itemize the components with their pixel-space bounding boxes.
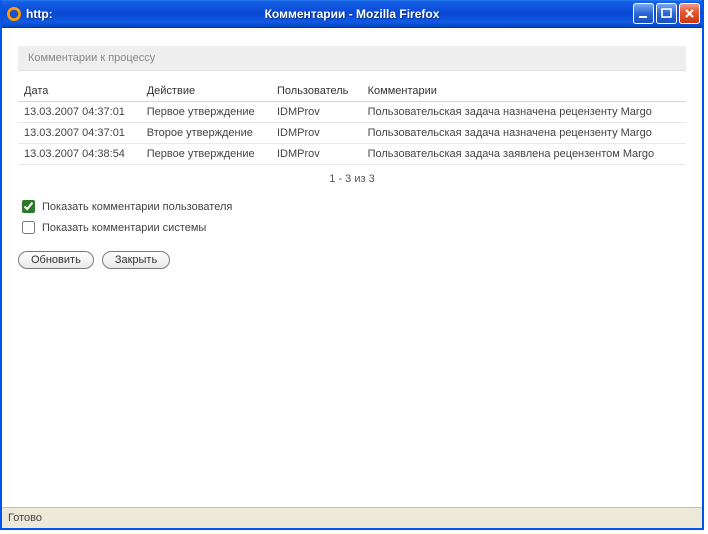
- show-system-comments-label: Показать комментарии системы: [42, 222, 206, 234]
- cell-date: 13.03.2007 04:37:01: [18, 123, 141, 144]
- table-row: 13.03.2007 04:37:01 Первое утверждение I…: [18, 102, 686, 123]
- close-dialog-button[interactable]: Закрыть: [102, 251, 170, 269]
- cell-action: Первое утверждение: [141, 144, 271, 165]
- status-bar: Готово: [2, 507, 702, 528]
- browser-window: http: Комментарии - Mozilla Firefox Комм…: [0, 0, 704, 530]
- firefox-icon: [6, 6, 22, 22]
- cell-comment: Пользовательская задача назначена реценз…: [362, 102, 686, 123]
- maximize-button[interactable]: [656, 3, 677, 24]
- close-icon: [683, 7, 696, 20]
- cell-user: IDMProv: [271, 123, 362, 144]
- client-area: Комментарии к процессу Дата Действие Пол…: [2, 28, 702, 528]
- maximize-icon: [660, 7, 673, 20]
- titlebar-url: http:: [26, 7, 53, 21]
- cell-date: 13.03.2007 04:37:01: [18, 102, 141, 123]
- cell-user: IDMProv: [271, 102, 362, 123]
- close-button[interactable]: [679, 3, 700, 24]
- show-user-comments-option[interactable]: Показать комментарии пользователя: [18, 197, 686, 216]
- col-comment: Комментарии: [362, 81, 686, 102]
- cell-action: Второе утверждение: [141, 123, 271, 144]
- table-row: 13.03.2007 04:38:54 Первое утверждение I…: [18, 144, 686, 165]
- section-heading: Комментарии к процессу: [18, 46, 686, 71]
- cell-comment: Пользовательская задача заявлена рецензе…: [362, 144, 686, 165]
- col-action: Действие: [141, 81, 271, 102]
- comments-table: Дата Действие Пользователь Комментарии 1…: [18, 81, 686, 165]
- cell-action: Первое утверждение: [141, 102, 271, 123]
- cell-comment: Пользовательская задача назначена реценз…: [362, 123, 686, 144]
- window-title: Комментарии - Mozilla Firefox: [2, 7, 702, 21]
- buttons-row: Обновить Закрыть: [18, 251, 686, 269]
- pager: 1 - 3 из 3: [18, 173, 686, 185]
- show-system-comments-option[interactable]: Показать комментарии системы: [18, 218, 686, 237]
- table-header-row: Дата Действие Пользователь Комментарии: [18, 81, 686, 102]
- title-bar[interactable]: http: Комментарии - Mozilla Firefox: [2, 0, 702, 28]
- table-row: 13.03.2007 04:37:01 Второе утверждение I…: [18, 123, 686, 144]
- minimize-icon: [637, 7, 650, 20]
- minimize-button[interactable]: [633, 3, 654, 24]
- page-content: Комментарии к процессу Дата Действие Пол…: [2, 28, 702, 507]
- cell-date: 13.03.2007 04:38:54: [18, 144, 141, 165]
- refresh-button[interactable]: Обновить: [18, 251, 94, 269]
- window-controls: [633, 3, 700, 24]
- col-user: Пользователь: [271, 81, 362, 102]
- show-system-comments-checkbox[interactable]: [22, 221, 35, 234]
- cell-user: IDMProv: [271, 144, 362, 165]
- options-block: Показать комментарии пользователя Показа…: [18, 197, 686, 237]
- status-text: Готово: [8, 512, 42, 524]
- col-date: Дата: [18, 81, 141, 102]
- show-user-comments-checkbox[interactable]: [22, 200, 35, 213]
- show-user-comments-label: Показать комментарии пользователя: [42, 201, 232, 213]
